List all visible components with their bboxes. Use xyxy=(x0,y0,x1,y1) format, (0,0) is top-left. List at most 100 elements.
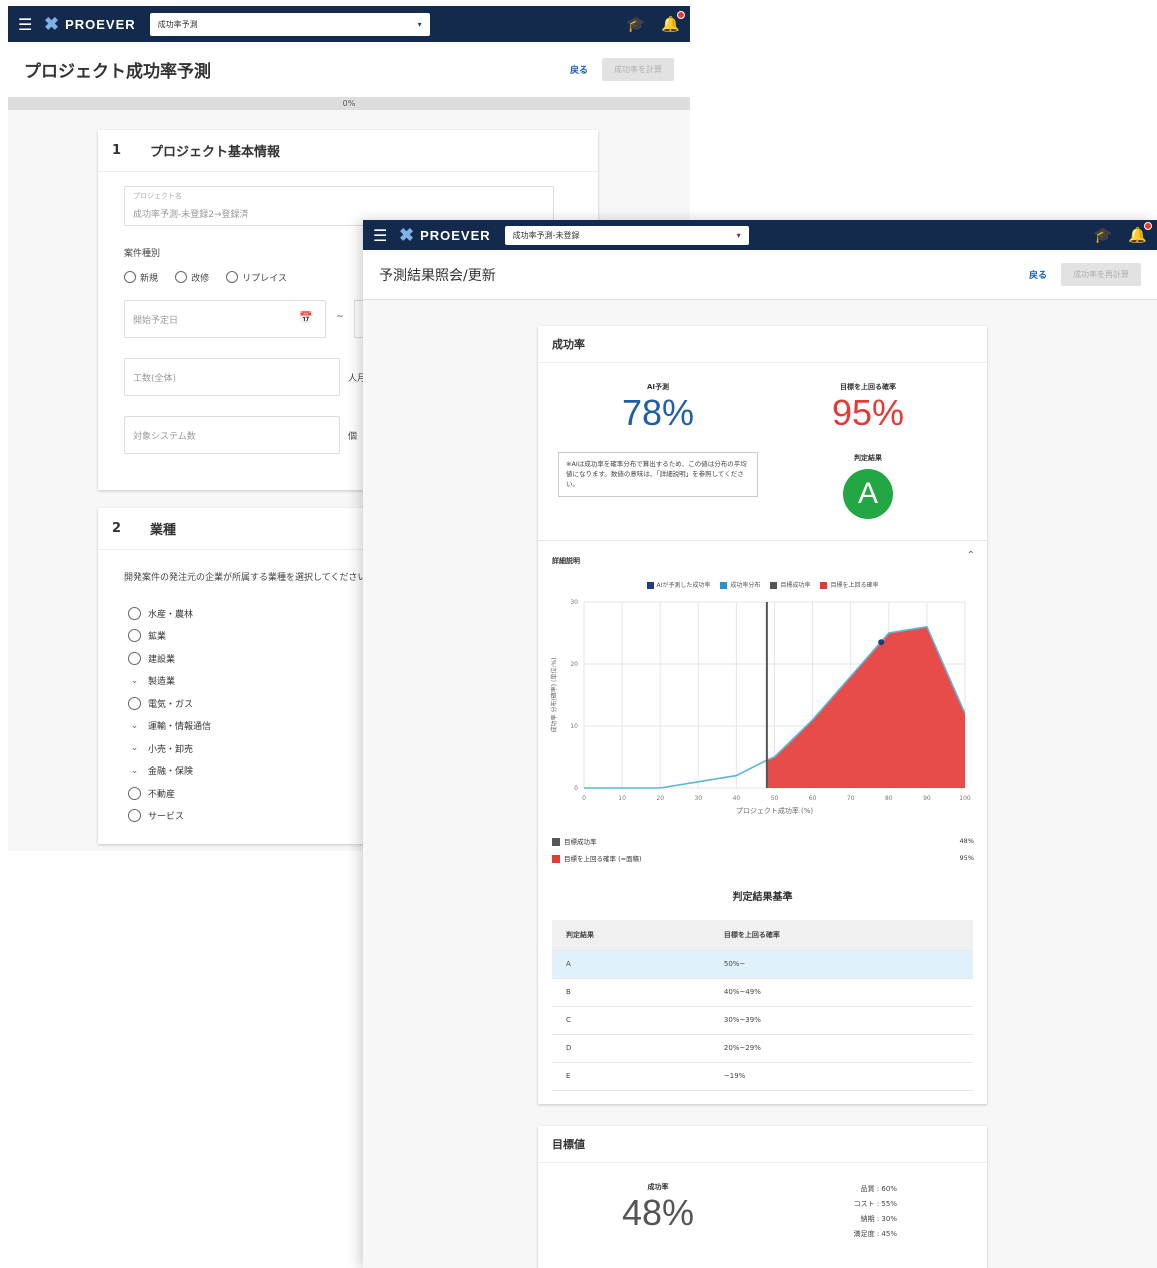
summary-target: 目標成功率 48% xyxy=(552,832,974,849)
exceed-probability-value: 95% xyxy=(831,392,905,433)
ai-prediction-label: AI予測 xyxy=(646,383,670,391)
calendar-icon[interactable]: 📅 xyxy=(299,311,313,324)
caret-down-icon: ▾ xyxy=(417,19,422,29)
criteria-range: 40%~49% xyxy=(709,978,973,1007)
chevron-down-icon: ⌄ xyxy=(130,765,139,776)
prediction-note: ※AIは成功率を確率分布で算出するため、この値は分布の平均値になります。数値の意… xyxy=(558,452,758,498)
criteria-range: 50%~ xyxy=(709,950,973,979)
radio-new[interactable]: 新規 xyxy=(124,271,158,284)
chart-summary: 目標成功率 48% 目標を上回る確率 (=面積) 95% xyxy=(552,832,974,866)
success-rate-card: 成功率 AI予測 78% 目標を上回る確率 95% ※AIは成功率を確率分布で算… xyxy=(538,326,987,1104)
x-tick-label: 80 xyxy=(885,795,893,802)
calculate-button[interactable]: 成功率を計算 xyxy=(602,58,674,81)
x-tick-label: 60 xyxy=(809,795,817,802)
section-title: プロジェクト基本情報 xyxy=(150,145,281,160)
card-title: 目標値 xyxy=(538,1126,987,1163)
project-type-label: 案件種別 xyxy=(124,249,161,259)
recalculate-button[interactable]: 成功率を再計算 xyxy=(1061,263,1141,286)
progress-bar: 0% xyxy=(8,98,690,110)
x-tick-label: 100 xyxy=(959,795,971,802)
judge-badge: A xyxy=(843,469,893,519)
criteria-table: 判定結果 目標を上回る確率 A 50%~ B 40%~49% C 30%~39% D 20%~… xyxy=(552,920,973,1091)
menu-icon[interactable]: ☰ xyxy=(18,15,44,34)
project-select-value: 成功率予測 xyxy=(157,19,198,29)
back-link[interactable]: 戻る xyxy=(1029,268,1047,281)
project-type-radios: 新規 改修 リプレイス xyxy=(124,268,299,287)
chevron-down-icon: ⌄ xyxy=(130,675,139,686)
industry-label: 小売・卸売 xyxy=(148,744,194,755)
radio-replace[interactable]: リプレイス xyxy=(226,271,287,284)
x-tick-label: 50 xyxy=(771,795,779,802)
radio-modify[interactable]: 改修 xyxy=(175,271,209,284)
industry-list: 水産・農林鉱業建設業 ⌄ 製造業電気・ガス ⌄ 運輸・情報通信 ⌄ 小売・卸売 ⌄ 金融・保険不… xyxy=(128,602,211,827)
x-tick-label: 30 xyxy=(694,795,702,802)
target-success-value: 48% xyxy=(621,1192,695,1233)
industry-radio[interactable]: サービス xyxy=(128,805,211,828)
systems-count-input[interactable]: 対象システム数 xyxy=(124,416,340,454)
industry-group[interactable]: ⌄ 小売・卸売 xyxy=(128,737,211,760)
menu-icon[interactable]: ☰ xyxy=(373,226,399,245)
page-title: プロジェクト成功率予測 xyxy=(24,62,211,82)
industry-description: 開発案件の発注元の企業が所属する業種を選択してください xyxy=(124,573,367,583)
target-delivery: 納期 : 30% xyxy=(860,1215,897,1223)
y-tick-label: 10 xyxy=(570,723,578,730)
criteria-row: D 20%~29% xyxy=(552,1034,973,1063)
x-tick-label: 90 xyxy=(923,795,931,802)
effort-input[interactable]: 工数(全体) xyxy=(124,358,340,396)
project-name-label: プロジェクト名 xyxy=(133,192,182,200)
back-link[interactable]: 戻る xyxy=(570,63,588,76)
industry-radio[interactable]: 不動産 xyxy=(128,782,211,805)
summary-exceed: 目標を上回る確率 (=面積) 95% xyxy=(552,849,974,866)
x-tick-label: 10 xyxy=(618,795,626,802)
project-select[interactable]: 成功率予測 ▾ xyxy=(149,12,430,36)
industry-radio[interactable]: 水産・農林 xyxy=(128,602,211,625)
graduation-cap-icon[interactable]: 🎓 xyxy=(627,15,646,33)
systems-unit: 個 xyxy=(348,432,358,442)
target-quality: 品質 : 60% xyxy=(860,1185,897,1193)
logo: ✖ PROEVER xyxy=(44,14,136,34)
notification-badge xyxy=(677,11,685,19)
section-number: 2 xyxy=(112,521,122,536)
target-satisfaction: 満足度 : 45% xyxy=(853,1230,897,1238)
prediction-result-window: ☰ ✖ PROEVER 成功率予測-未登録 ▾ 🎓 🔔 予測結果照会/更新 戻る … xyxy=(363,220,1157,1268)
distribution-chart: 0 10 20 30 40 50 60 70 80 90 100 0 10 20 30 プロジェクト成功率 (… xyxy=(550,599,971,815)
bell-icon[interactable]: 🔔 xyxy=(661,11,685,33)
industry-group[interactable]: ⌄ 金融・保険 xyxy=(128,760,211,783)
notification-badge xyxy=(1144,222,1152,230)
industry-label: 鉱業 xyxy=(148,632,167,643)
criteria-grade: A xyxy=(552,950,710,979)
page-header: プロジェクト成功率予測 戻る 成功率を計算 xyxy=(8,42,690,98)
industry-radio[interactable]: 鉱業 xyxy=(128,625,211,648)
x-axis-label: プロジェクト成功率 (%) xyxy=(736,806,814,815)
top-bar: ☰ ✖ PROEVER 成功率予測 ▾ 🎓 🔔 xyxy=(8,6,690,42)
project-select-value: 成功率予測-未登録 xyxy=(512,230,580,240)
page-title: 予測結果照会/更新 xyxy=(379,267,496,284)
industry-group[interactable]: ⌄ 運輸・情報通信 xyxy=(128,715,211,738)
criteria-row: E ~19% xyxy=(552,1062,973,1091)
industry-label: 水産・農林 xyxy=(148,609,194,620)
y-tick-label: 0 xyxy=(574,785,578,792)
criteria-header-grade: 判定結果 xyxy=(552,920,710,951)
y-tick-label: 20 xyxy=(570,661,578,668)
top-bar: ☰ ✖ PROEVER 成功率予測-未登録 ▾ 🎓 🔔 xyxy=(363,220,1157,250)
industry-group[interactable]: ⌄ 製造業 xyxy=(128,670,211,693)
project-select[interactable]: 成功率予測-未登録 ▾ xyxy=(504,225,749,245)
criteria-row: B 40%~49% xyxy=(552,978,973,1007)
bell-icon[interactable]: 🔔 xyxy=(1128,222,1152,244)
start-date-input[interactable]: 開始予定日 📅 xyxy=(124,300,326,338)
industry-label: サービス xyxy=(148,812,185,823)
date-range-separator: ~ xyxy=(336,312,344,322)
chevron-down-icon: ⌄ xyxy=(130,743,139,754)
graduation-cap-icon[interactable]: 🎓 xyxy=(1094,226,1113,244)
chevron-up-icon[interactable]: ⌃ xyxy=(967,550,975,561)
ai-prediction-value: 78% xyxy=(621,392,695,433)
industry-radio[interactable]: 建設業 xyxy=(128,647,211,670)
x-tick-label: 20 xyxy=(656,795,664,802)
criteria-range: 20%~29% xyxy=(709,1034,973,1063)
industry-label: 建設業 xyxy=(148,654,176,665)
section-title: 業種 xyxy=(150,523,177,538)
industry-label: 電気・ガス xyxy=(148,699,194,710)
section-number: 1 xyxy=(112,143,122,158)
industry-radio[interactable]: 電気・ガス xyxy=(128,692,211,715)
logo: ✖ PROEVER xyxy=(399,225,491,245)
